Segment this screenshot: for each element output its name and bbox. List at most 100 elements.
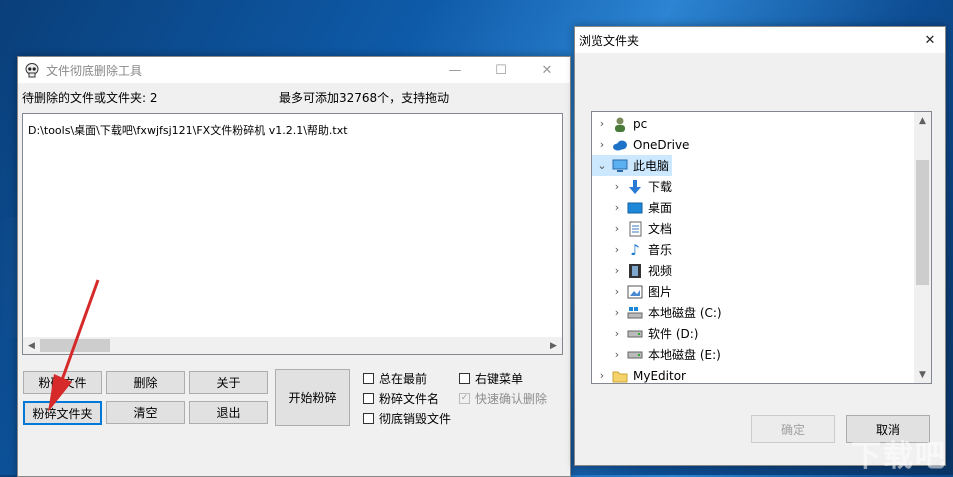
tree-item-drive-d[interactable]: › 软件 (D:)	[610, 323, 910, 344]
checkmark-icon: ✓	[459, 393, 470, 404]
scrollbar-thumb[interactable]	[40, 339, 110, 352]
tree-item-label: 视频	[648, 264, 673, 278]
tree-item-label: MyEditor	[633, 368, 686, 383]
maximize-button[interactable]: ☐	[478, 57, 524, 83]
shred-file-button[interactable]: 粉碎文件	[23, 371, 102, 394]
chevron-right-icon[interactable]: ›	[610, 264, 624, 277]
ok-button[interactable]: 确定	[751, 415, 835, 443]
tree-item-label: 软件 (D:)	[648, 327, 699, 341]
drive-icon	[627, 326, 643, 342]
scroll-right-icon[interactable]: ▶	[545, 337, 562, 354]
tree-item-label: 本地磁盘 (C:)	[648, 306, 722, 320]
cloud-icon	[612, 137, 628, 153]
watermark-logo: 下载吧	[851, 439, 947, 474]
folder-tree[interactable]: › pc › OneDrive ⌄ 此电脑 › 下载 › 桌面 › 文档 › ♪…	[591, 111, 932, 384]
tree-item-pictures[interactable]: › 图片	[610, 281, 910, 302]
tree-item-label: 文档	[648, 222, 673, 236]
skull-icon	[25, 63, 39, 78]
checkbox-label: 总在最前	[379, 372, 428, 386]
vertical-scrollbar[interactable]: ▲ ▼	[914, 112, 931, 383]
tree-item-label: 音乐	[648, 243, 673, 257]
desktop-icon	[627, 200, 643, 216]
shred-filename-checkbox[interactable]: 粉碎文件名	[363, 390, 439, 407]
tree-item-documents[interactable]: › 文档	[610, 218, 910, 239]
maximize-icon: ☐	[495, 62, 507, 78]
tree-item-videos[interactable]: › 视频	[610, 260, 910, 281]
close-icon: ✕	[541, 62, 553, 78]
window-title: 文件彻底删除工具	[46, 63, 143, 78]
tree-item-desktop[interactable]: › 桌面	[610, 197, 910, 218]
chevron-right-icon[interactable]: ›	[610, 306, 624, 319]
chevron-right-icon[interactable]: ›	[595, 369, 609, 382]
chevron-right-icon[interactable]: ›	[595, 138, 609, 151]
dialog-title-bar[interactable]: 浏览文件夹 ✕	[575, 27, 945, 53]
title-bar[interactable]: 文件彻底删除工具 — ☐ ✕	[18, 57, 570, 83]
scrollbar-thumb[interactable]	[916, 160, 929, 285]
tree-item-pc[interactable]: › pc	[592, 113, 914, 134]
pending-count-label: 待删除的文件或文件夹: 2	[22, 91, 158, 105]
clear-button[interactable]: 清空	[106, 401, 185, 424]
dialog-close-button[interactable]: ✕	[907, 27, 953, 53]
chevron-right-icon[interactable]: ›	[610, 285, 624, 298]
tree-item-myeditor[interactable]: › MyEditor	[592, 365, 914, 384]
horizontal-scrollbar[interactable]: ◀ ▶	[23, 337, 562, 354]
start-shred-button[interactable]: 开始粉碎	[275, 369, 350, 426]
scroll-down-icon[interactable]: ▼	[914, 366, 931, 383]
tree-item-drive-c[interactable]: › 本地磁盘 (C:)	[610, 302, 910, 323]
checkbox-label: 快速确认删除	[475, 392, 548, 406]
tree-item-drive-e[interactable]: › 本地磁盘 (E:)	[610, 344, 910, 365]
picture-icon	[627, 284, 643, 300]
scroll-up-icon[interactable]: ▲	[914, 112, 931, 129]
tree-item-music[interactable]: › ♪ 音乐	[610, 239, 910, 260]
delete-button[interactable]: 删除	[106, 371, 185, 394]
music-note-icon: ♪	[630, 240, 640, 259]
quick-confirm-checkbox: ✓ 快速确认删除	[459, 390, 547, 407]
tree-item-label: 此电脑	[633, 159, 670, 173]
minimize-icon: —	[448, 62, 462, 78]
thorough-destroy-checkbox[interactable]: 彻底销毁文件	[363, 410, 451, 427]
list-item[interactable]: D:\tools\桌面\下载吧\fxwjfsj121\FX文件粉碎机 v1.2.…	[28, 122, 348, 138]
always-on-top-checkbox[interactable]: 总在最前	[363, 370, 427, 387]
checkbox-box[interactable]	[363, 393, 374, 404]
computer-icon	[612, 158, 628, 174]
dialog-title: 浏览文件夹	[579, 33, 640, 48]
chevron-right-icon[interactable]: ›	[610, 327, 624, 340]
chevron-down-icon[interactable]: ⌄	[595, 159, 609, 172]
tree-item-label: 桌面	[648, 201, 673, 215]
scroll-left-icon[interactable]: ◀	[23, 337, 40, 354]
film-icon	[627, 263, 643, 279]
checkbox-box[interactable]	[459, 373, 470, 384]
chevron-right-icon[interactable]: ›	[610, 222, 624, 235]
tree-item-onedrive[interactable]: › OneDrive	[592, 134, 914, 155]
checkbox-box[interactable]	[363, 413, 374, 424]
windows-drive-icon	[627, 305, 643, 321]
tree-item-this-pc[interactable]: ⌄ 此电脑	[592, 155, 672, 176]
chevron-right-icon[interactable]: ›	[610, 201, 624, 214]
download-arrow-icon	[627, 179, 643, 195]
user-icon	[612, 116, 628, 132]
close-button[interactable]: ✕	[524, 57, 570, 83]
checkbox-label: 粉碎文件名	[379, 392, 440, 406]
chevron-right-icon[interactable]: ›	[610, 243, 624, 256]
close-icon: ✕	[924, 32, 936, 48]
tree-item-label: 下载	[648, 180, 673, 194]
tree-item-label: OneDrive	[633, 137, 690, 152]
tree-item-label: pc	[633, 116, 648, 131]
context-menu-checkbox[interactable]: 右键菜单	[459, 370, 523, 387]
chevron-right-icon[interactable]: ›	[610, 180, 624, 193]
file-list[interactable]: D:\tools\桌面\下载吧\fxwjfsj121\FX文件粉碎机 v1.2.…	[22, 113, 563, 355]
drive-icon	[627, 347, 643, 363]
about-button[interactable]: 关于	[189, 371, 268, 394]
checkbox-box[interactable]	[363, 373, 374, 384]
capacity-label: 最多可添加32768个，支持拖动	[279, 91, 450, 105]
exit-button[interactable]: 退出	[189, 401, 268, 424]
tree-item-downloads[interactable]: › 下载	[610, 176, 910, 197]
chevron-right-icon[interactable]: ›	[595, 117, 609, 130]
checkbox-label: 彻底销毁文件	[379, 412, 452, 426]
minimize-button[interactable]: —	[432, 57, 478, 83]
document-icon	[627, 221, 643, 237]
folder-icon	[612, 368, 628, 384]
chevron-right-icon[interactable]: ›	[610, 348, 624, 361]
browse-folder-dialog: 浏览文件夹 ✕ › pc › OneDrive ⌄ 此电脑 › 下载 › 桌面	[574, 26, 946, 466]
shred-folder-button[interactable]: 粉碎文件夹	[23, 401, 102, 425]
